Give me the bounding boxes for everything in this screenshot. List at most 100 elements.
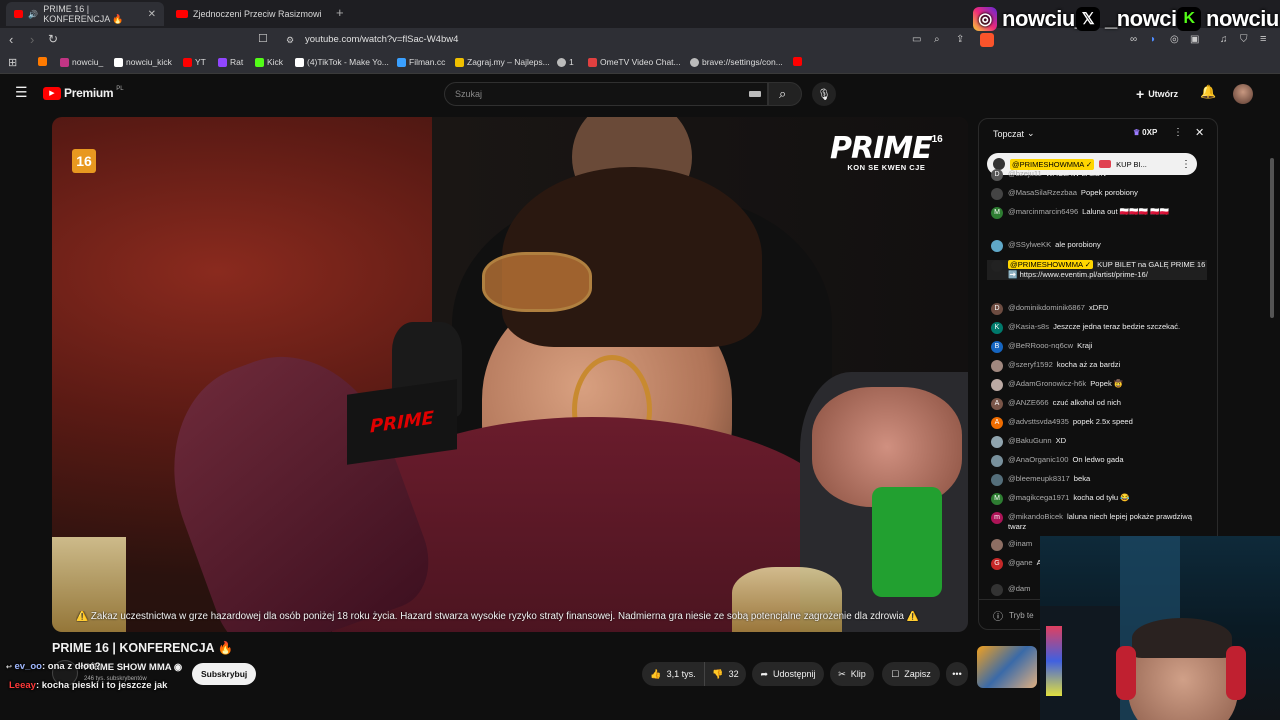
chat-author[interactable]: @szeryf1592: [1008, 360, 1053, 369]
search-input[interactable]: Szukaj: [455, 89, 482, 99]
share-button[interactable]: ➦ Udostępnij: [752, 662, 824, 686]
avatar[interactable]: [1233, 84, 1253, 104]
hamburger-menu-icon[interactable]: ☰: [15, 84, 28, 101]
extension-icon[interactable]: ∞: [1130, 34, 1137, 45]
chat-author[interactable]: @bleemeupk8317: [1008, 474, 1070, 483]
url-field[interactable]: youtube.com/watch?v=flSac-W4bw4: [305, 34, 458, 45]
more-actions-button[interactable]: •••: [946, 662, 968, 686]
chat-message[interactable]: m @mikandoBicek laluna niech lepiej pokaże…: [991, 512, 1196, 532]
bookmark-item[interactable]: nowciu_kick: [114, 57, 172, 67]
chat-author[interactable]: @MasaSilaRzezbaa: [1008, 188, 1077, 197]
dislike-button[interactable]: 👎 32: [704, 662, 746, 686]
microphone-icon[interactable]: 🎙: [812, 82, 836, 106]
chat-message[interactable]: D @dominikdominik6867 xDFD: [991, 303, 1196, 315]
cast-icon[interactable]: ▭: [912, 34, 921, 45]
chat-author[interactable]: @dominikdominik6867: [1008, 303, 1085, 312]
extension-icon[interactable]: ◗: [1150, 34, 1156, 45]
share-icon[interactable]: ⇪: [956, 34, 964, 45]
reload-icon[interactable]: ↻: [48, 32, 58, 46]
chat-author[interactable]: @AdamGronowicz-h6k: [1008, 379, 1086, 388]
bookmark-item[interactable]: OmeTV Video Chat...: [588, 57, 681, 67]
chat-author[interactable]: @PRIMESHOWMMA ✓: [1008, 260, 1094, 269]
recommended-video-thumbnail[interactable]: [977, 646, 1037, 688]
chat-author[interactable]: @BakuGunn: [1008, 436, 1052, 445]
chat-author[interactable]: @gane: [1008, 558, 1033, 567]
xp-indicator[interactable]: ♛ 0XP: [1133, 128, 1157, 137]
bookmark-item[interactable]: Filman.cc: [397, 57, 445, 67]
menu-icon[interactable]: ≡: [1260, 33, 1266, 45]
music-icon[interactable]: ♫: [1220, 34, 1228, 45]
chat-author[interactable]: @advsttsvda4935: [1008, 417, 1069, 426]
bookmark-item[interactable]: brave://settings/con...: [690, 57, 783, 67]
search-button[interactable]: ⌕: [768, 82, 802, 106]
like-button[interactable]: 👍 3,1 tys.: [642, 662, 704, 686]
keyboard-icon[interactable]: [749, 91, 761, 97]
chat-message[interactable]: K @Kasia-s8s Jeszcze jedna teraz bedzie sz…: [991, 322, 1196, 334]
chat-author[interactable]: @magikcega1971: [1008, 493, 1069, 502]
chat-author[interactable]: @bzeju11: [1008, 169, 1042, 178]
bookmark-icon[interactable]: ☐: [258, 32, 268, 45]
brave-shield-icon[interactable]: [980, 33, 994, 47]
apps-grid-icon[interactable]: ⊞: [8, 56, 17, 69]
video-player[interactable]: PRIME 16 PRIME 16 KON SE KWEN CJE ⚠️ Zak…: [52, 117, 968, 632]
bookmark-item[interactable]: (4)TikTok - Make Yo...: [295, 57, 389, 67]
bookmark-item[interactable]: Zagraj.my – Najleps...: [455, 57, 550, 67]
chat-message[interactable]: A @advsttsvda4935 popek 2.5x speed: [991, 417, 1196, 429]
shield-icon[interactable]: ⛉: [1240, 34, 1248, 45]
chat-message[interactable]: @AnaOrganic100 On ledwo gada: [991, 455, 1196, 467]
bookmark-item[interactable]: YT: [183, 57, 206, 67]
chat-message[interactable]: B @BeRRooo-nq6cw Kraji: [991, 341, 1196, 353]
chat-message[interactable]: @MasaSilaRzezbaa Popek porobiony: [991, 188, 1196, 200]
bookmark-item[interactable]: Kick: [255, 57, 283, 67]
close-tab-icon[interactable]: ✕: [148, 9, 156, 20]
chat-message[interactable]: @SSylweKK ale porobiony: [991, 240, 1196, 252]
chat-message[interactable]: M @magikcega1971 kocha od tyłu 😂: [991, 493, 1196, 505]
overlay-chat-text: : ona z dłoń?: [41, 661, 101, 672]
bookmark-item[interactable]: nowciu_: [60, 57, 103, 67]
chat-message[interactable]: @bleemeupk8317 beka: [991, 474, 1196, 486]
chat-message[interactable]: A @ANZE666 czuć alkohol od nich: [991, 398, 1196, 410]
chat-author[interactable]: @BeRRooo-nq6cw: [1008, 341, 1073, 350]
chat-text: Kraji: [1077, 341, 1093, 350]
chat-message[interactable]: D @bzeju11 WACŁAW ŁALDN: [991, 169, 1196, 181]
subscribe-button[interactable]: Subskrybuj: [192, 663, 257, 685]
search-icon: ⌕: [779, 86, 787, 101]
site-info-icon[interactable]: ⚙: [286, 35, 294, 46]
search-box[interactable]: Szukaj: [444, 82, 768, 106]
chat-mode-dropdown[interactable]: Topczat ⌄: [993, 128, 1035, 139]
clip-button[interactable]: ✂ Klip: [830, 662, 874, 686]
chat-message[interactable]: @BakuGunn XD: [991, 436, 1196, 448]
chat-author[interactable]: @mikandoBicek: [1008, 512, 1063, 521]
extension-icon[interactable]: ◎: [1170, 34, 1179, 45]
chat-author[interactable]: @Kasia-s8s: [1008, 322, 1049, 331]
bookmark-item[interactable]: [793, 57, 802, 66]
chat-author[interactable]: @dam: [1008, 584, 1030, 593]
chat-message[interactable]: @szeryf1592 kocha aż za bardzi: [991, 360, 1196, 372]
youtube-logo[interactable]: ▶ Premium PL: [43, 86, 124, 100]
bookmark-item[interactable]: Rat: [218, 57, 243, 67]
chat-author[interactable]: @AnaOrganic100: [1008, 455, 1068, 464]
chat-message[interactable]: M @marcinmarcin6496 Laluna out 🇵🇱🇵🇱🇵🇱 🇵🇱🇵🇱: [991, 207, 1196, 219]
chat-author[interactable]: @inam: [1008, 539, 1032, 548]
bell-icon[interactable]: 🔔: [1200, 84, 1216, 100]
create-button[interactable]: + Utwórz: [1136, 86, 1178, 102]
zoom-icon[interactable]: ⌕: [934, 34, 940, 45]
back-icon[interactable]: ‹: [9, 32, 13, 47]
more-options-icon[interactable]: ⋮: [1181, 159, 1191, 170]
chat-message[interactable]: @PRIMESHOWMMA ✓ KUP BILET na GALĘ PRIME 1…: [987, 260, 1207, 280]
chat-author[interactable]: @ANZE666: [1008, 398, 1049, 407]
more-options-icon[interactable]: ⋮: [1173, 127, 1183, 138]
chevron-down-icon: ⌄: [1027, 128, 1035, 138]
chat-author[interactable]: @SSylweKK: [1008, 240, 1051, 249]
forward-icon[interactable]: ›: [30, 32, 34, 47]
new-tab-button[interactable]: +: [336, 5, 344, 20]
save-button[interactable]: ☐ Zapisz: [882, 662, 940, 686]
bookmark-item[interactable]: [38, 57, 47, 66]
close-icon[interactable]: ✕: [1195, 126, 1204, 139]
tab-zjednoczeni[interactable]: Zjednoczeni Przeciw Rasizmowi i nie...: [168, 2, 332, 26]
chat-message[interactable]: @AdamGronowicz-h6k Popek 🤠: [991, 379, 1196, 391]
tab-prime16[interactable]: 🔊 PRIME 16 | KONFERENCJA 🔥 ✕: [6, 2, 164, 26]
sidebar-icon[interactable]: ▣: [1190, 34, 1199, 45]
bookmark-item[interactable]: 1: [557, 57, 574, 67]
chat-author[interactable]: @marcinmarcin6496: [1008, 207, 1078, 216]
